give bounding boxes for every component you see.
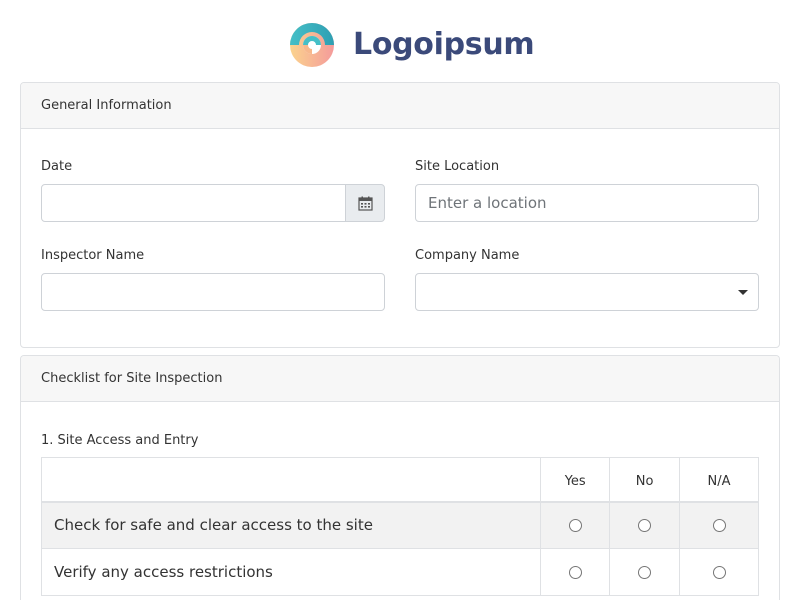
row-label: Verify any access restrictions xyxy=(40,548,542,596)
column-header-item xyxy=(40,457,542,502)
site-location-input[interactable]: Enter a location xyxy=(415,184,759,222)
date-picker-button[interactable] xyxy=(345,184,385,222)
row-label: Check for safe and clear access to the s… xyxy=(40,501,542,549)
table-header-row: Yes No N/A xyxy=(40,457,759,502)
logoipsum-mark-icon xyxy=(290,23,334,67)
brand-name: Logoipsum xyxy=(353,27,535,62)
radio-na[interactable] xyxy=(712,518,726,532)
chevron-down-icon xyxy=(738,290,748,295)
general-information-card: General Information Date Site Location E… xyxy=(20,82,780,348)
radio-na[interactable] xyxy=(712,565,726,579)
radio-no[interactable] xyxy=(638,518,652,532)
calendar-icon xyxy=(357,196,373,211)
checklist-card: Checklist for Site Inspection 1. Site Ac… xyxy=(20,355,780,600)
table-row: Check for safe and clear access to the s… xyxy=(40,501,759,549)
checklist-header: Checklist for Site Inspection xyxy=(21,356,779,402)
column-header-na: N/A xyxy=(679,457,759,502)
radio-yes[interactable] xyxy=(568,518,582,532)
checklist-table: Yes No N/A Check for safe and clear acce… xyxy=(40,457,759,596)
company-name-label: Company Name xyxy=(415,248,520,263)
column-header-yes: Yes xyxy=(540,457,611,502)
inspector-name-input[interactable] xyxy=(41,273,385,311)
date-label: Date xyxy=(41,159,73,174)
brand-logo: Logoipsum xyxy=(283,22,535,68)
section-title: 1. Site Access and Entry xyxy=(41,433,199,448)
general-information-header: General Information xyxy=(21,83,779,129)
company-name-select[interactable] xyxy=(415,273,759,311)
date-input[interactable] xyxy=(41,184,346,222)
table-row: Verify any access restrictions xyxy=(40,548,759,596)
site-location-placeholder: Enter a location xyxy=(428,194,547,212)
radio-yes[interactable] xyxy=(568,565,582,579)
inspector-name-label: Inspector Name xyxy=(41,248,145,263)
site-location-label: Site Location xyxy=(415,159,500,174)
column-header-no: No xyxy=(609,457,681,502)
radio-no[interactable] xyxy=(638,565,652,579)
